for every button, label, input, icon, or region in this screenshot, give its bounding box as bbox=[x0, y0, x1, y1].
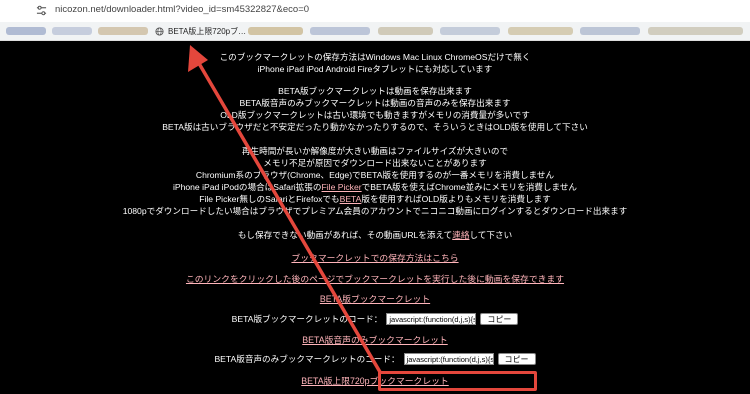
annotation-arrow bbox=[188, 45, 382, 374]
